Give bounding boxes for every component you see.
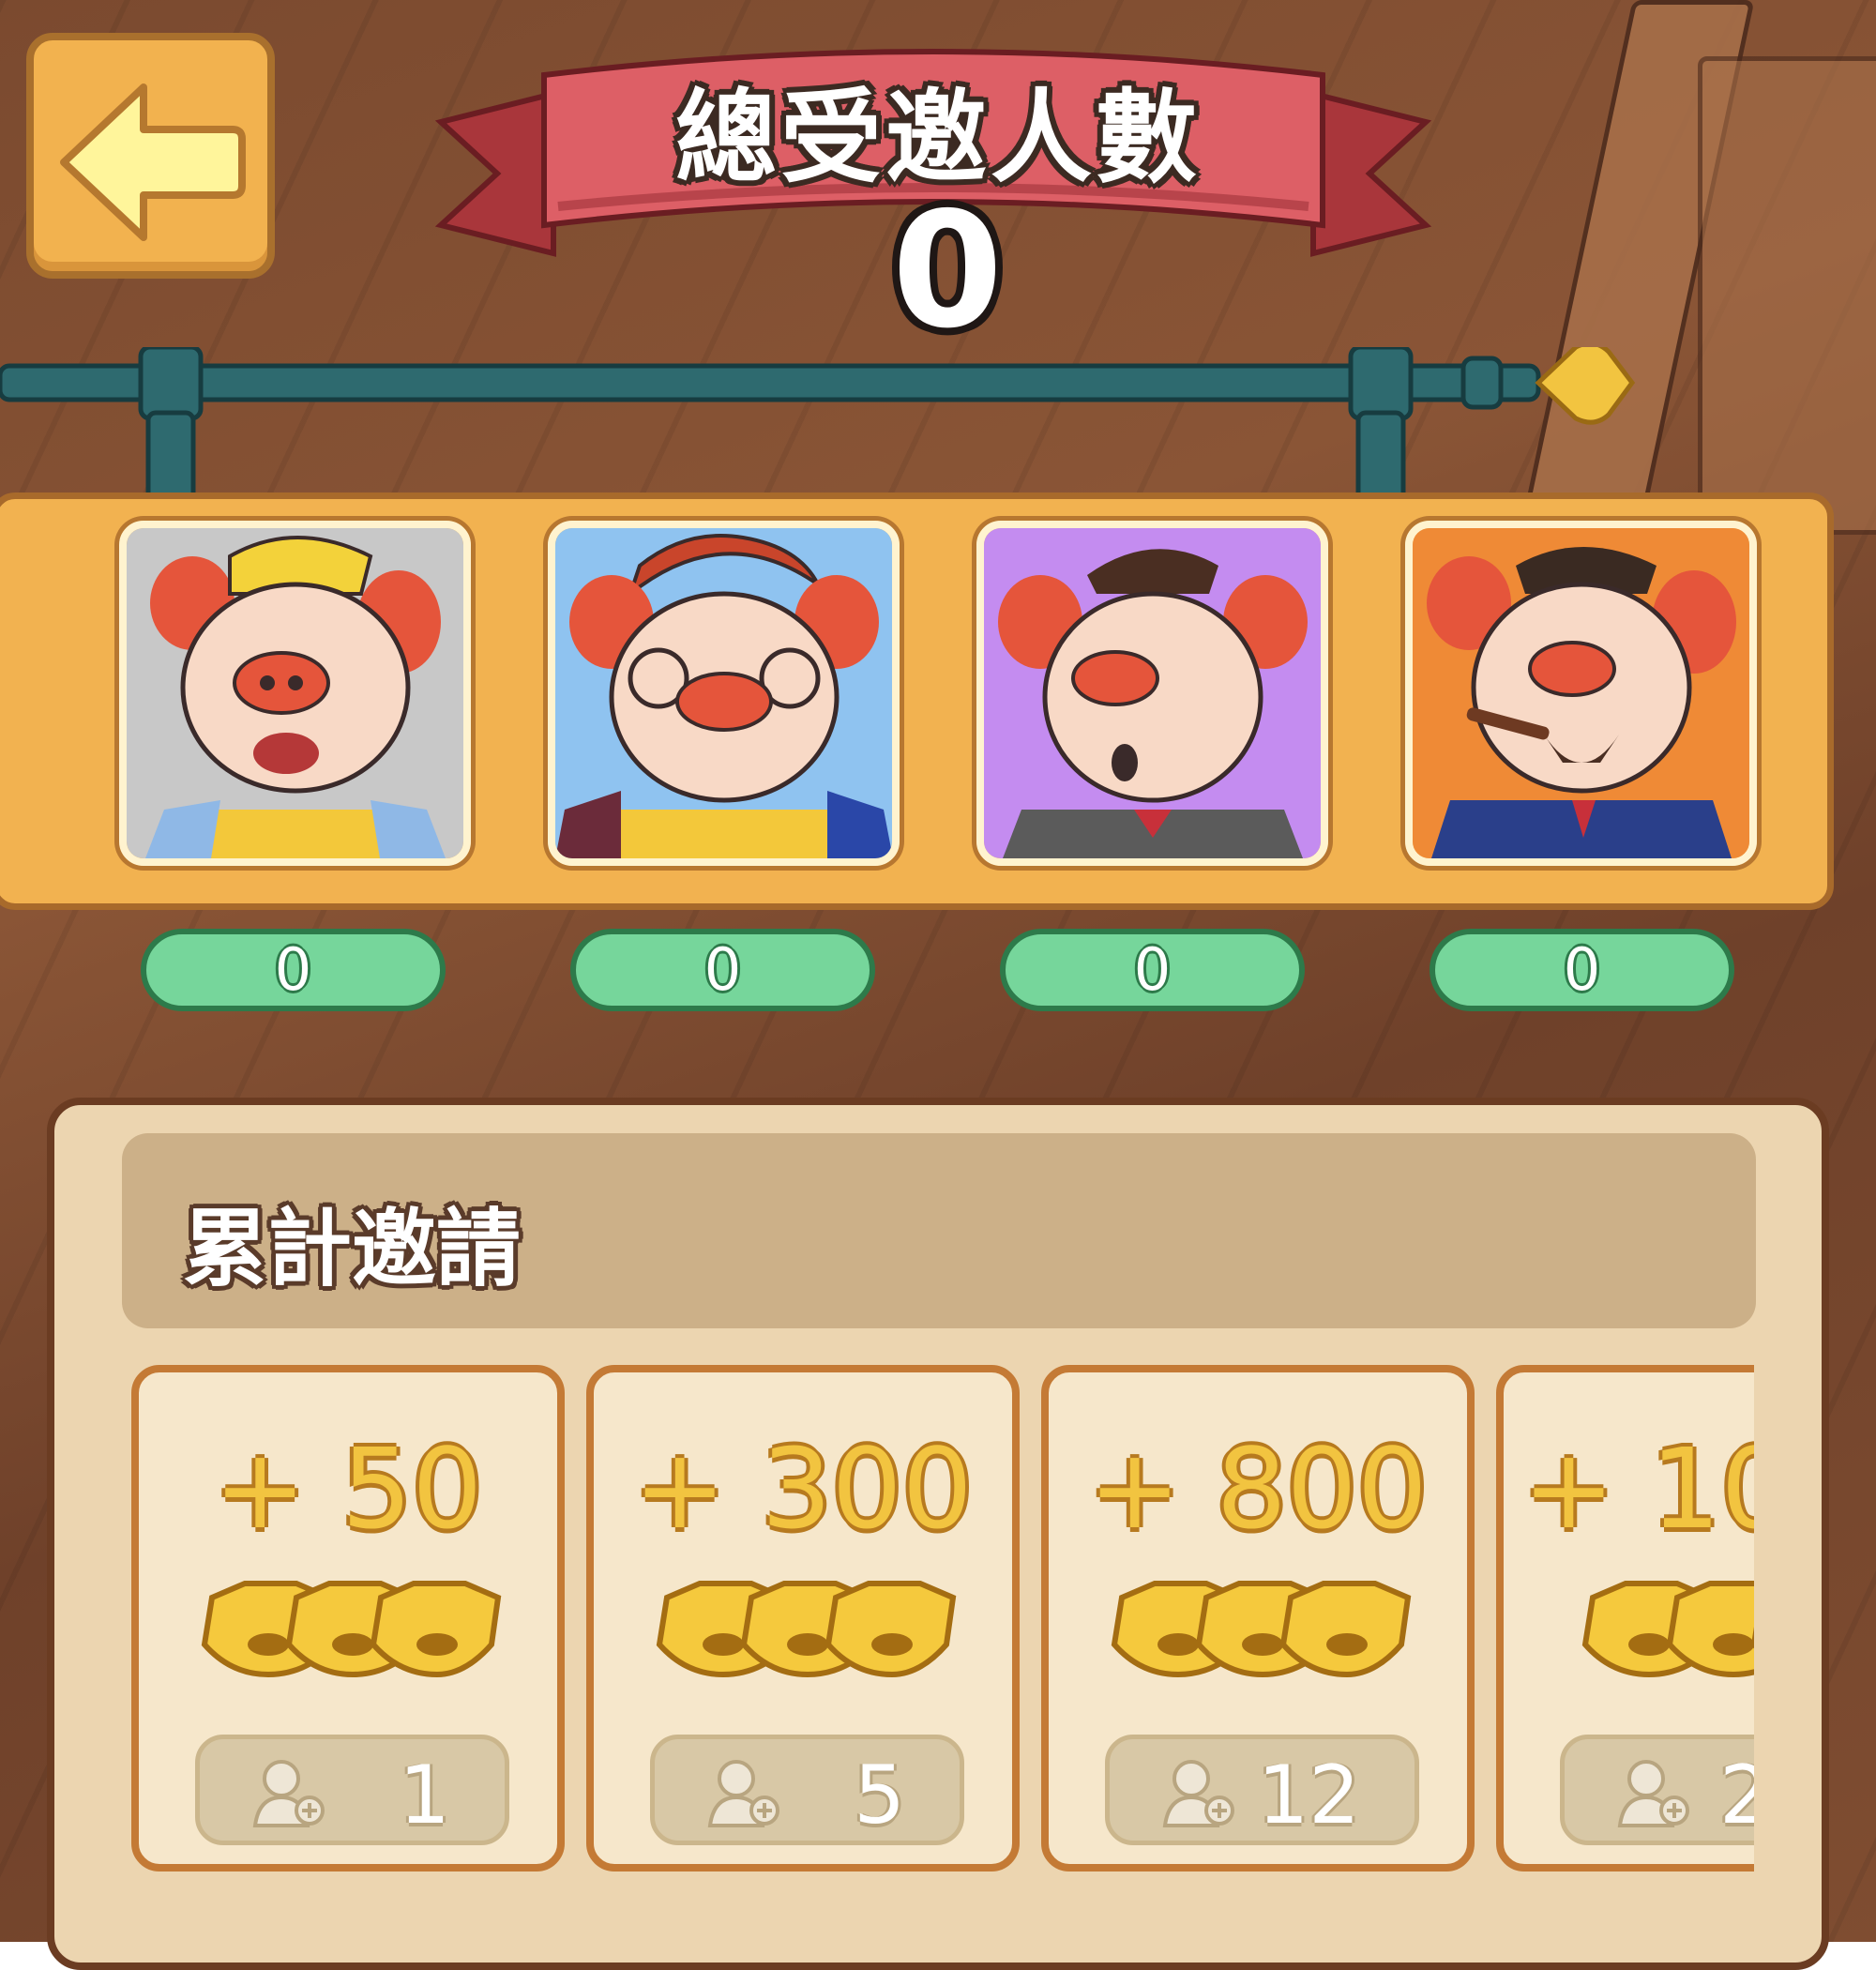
reward-card[interactable]: + 300 5: [586, 1365, 1020, 1872]
background-beam: [1698, 56, 1876, 535]
required-invites-number: 2: [1719, 1749, 1754, 1842]
pig-avatar-icon: [127, 528, 463, 858]
heart-finial-icon: [1535, 347, 1636, 425]
portrait-count-pill: 0: [1430, 929, 1734, 1011]
reward-amount: + 10: [1522, 1424, 1754, 1553]
required-invites-number: 1: [399, 1749, 450, 1842]
portrait-pig-boss[interactable]: [1405, 521, 1757, 866]
reward-cards-scroller[interactable]: + 50 1 + 300 5 + 800 12 + 1 2: [122, 1365, 1754, 1876]
total-invites-count: 0: [891, 178, 1004, 364]
portrait-pig-worker[interactable]: [119, 521, 471, 866]
reward-card[interactable]: + 10 2: [1496, 1365, 1754, 1872]
rewards-header-label: 累計邀請: [183, 1200, 521, 1298]
reward-card[interactable]: + 50 1: [131, 1365, 565, 1872]
gold-pig-coin-icon: [1111, 1581, 1412, 1678]
add-user-icon: [1162, 1760, 1234, 1827]
reward-card[interactable]: + 800 12: [1041, 1365, 1475, 1872]
required-invites-pill: 2: [1560, 1735, 1754, 1845]
reward-amount: + 50: [213, 1424, 483, 1553]
curtain-rod: [0, 347, 1636, 509]
required-invites-number: 5: [854, 1749, 905, 1842]
required-invites-pill: 1: [195, 1735, 509, 1845]
gold-pig-coin-icon: [201, 1581, 502, 1678]
add-user-icon: [252, 1760, 325, 1827]
required-invites-number: 12: [1257, 1749, 1360, 1842]
gold-pig-coin-icon: [1581, 1581, 1754, 1678]
arrow-left-icon: [60, 83, 246, 241]
pig-avatar-icon: [555, 528, 892, 858]
add-user-icon: [1617, 1760, 1689, 1827]
portrait-count-pill: 0: [570, 929, 875, 1011]
add-user-icon: [707, 1760, 779, 1827]
required-invites-pill: 12: [1105, 1735, 1419, 1845]
portrait-count-pill: 0: [141, 929, 446, 1011]
pig-avatar-icon: [984, 528, 1321, 858]
reward-amount: + 300: [633, 1424, 973, 1553]
gold-pig-coin-icon: [656, 1581, 957, 1678]
reward-amount: + 800: [1088, 1424, 1428, 1553]
portrait-pig-suit[interactable]: [976, 521, 1328, 866]
portrait-pig-redhair[interactable]: [548, 521, 900, 866]
required-invites-pill: 5: [650, 1735, 964, 1845]
back-button[interactable]: [26, 33, 275, 279]
pig-avatar-icon: [1413, 528, 1749, 858]
portrait-count-pill: 0: [1000, 929, 1305, 1011]
